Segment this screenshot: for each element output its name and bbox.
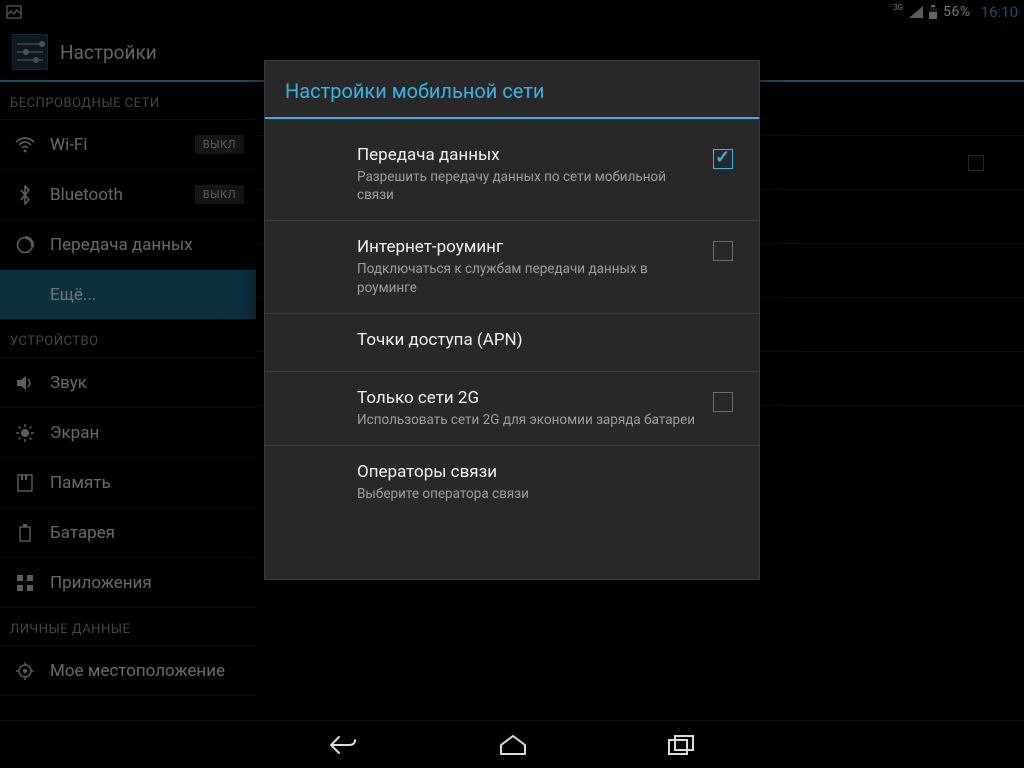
mobile-network-dialog: Настройки мобильной сети Передача данных…	[264, 60, 760, 580]
dialog-item-summary: Использовать сети 2G для экономии заряда…	[357, 411, 697, 429]
dialog-checkbox[interactable]	[713, 241, 733, 261]
dialog-checkbox[interactable]	[713, 149, 733, 169]
system-navbar	[0, 720, 1024, 768]
home-button[interactable]	[499, 734, 527, 756]
recents-button[interactable]	[667, 734, 697, 756]
dialog-item-summary: Разрешить передачу данных по сети мобиль…	[357, 168, 697, 204]
dialog-item-label: Передача данных	[357, 145, 697, 165]
dialog-item-2g-only[interactable]: Только сети 2G Использовать сети 2G для …	[265, 372, 759, 446]
dialog-item-summary: Выберите оператора связи	[357, 485, 717, 503]
dialog-checkbox[interactable]	[713, 392, 733, 412]
dialog-title: Настройки мобильной сети	[265, 61, 759, 117]
dialog-item-roaming[interactable]: Интернет-роуминг Подключаться к службам …	[265, 221, 759, 313]
dialog-item-summary: Подключаться к службам передачи данных в…	[357, 260, 697, 296]
dialog-item-label: Интернет-роуминг	[357, 237, 697, 257]
back-button[interactable]	[327, 733, 359, 757]
dialog-item-data-enabled[interactable]: Передача данных Разрешить передачу данны…	[265, 129, 759, 221]
dialog-item-label: Операторы связи	[357, 462, 717, 482]
dialog-item-label: Точки доступа (APN)	[357, 330, 717, 350]
dialog-item-operators[interactable]: Операторы связи Выберите оператора связи	[265, 446, 759, 519]
dialog-item-label: Только сети 2G	[357, 388, 697, 408]
dialog-item-apn[interactable]: Точки доступа (APN)	[265, 314, 759, 372]
